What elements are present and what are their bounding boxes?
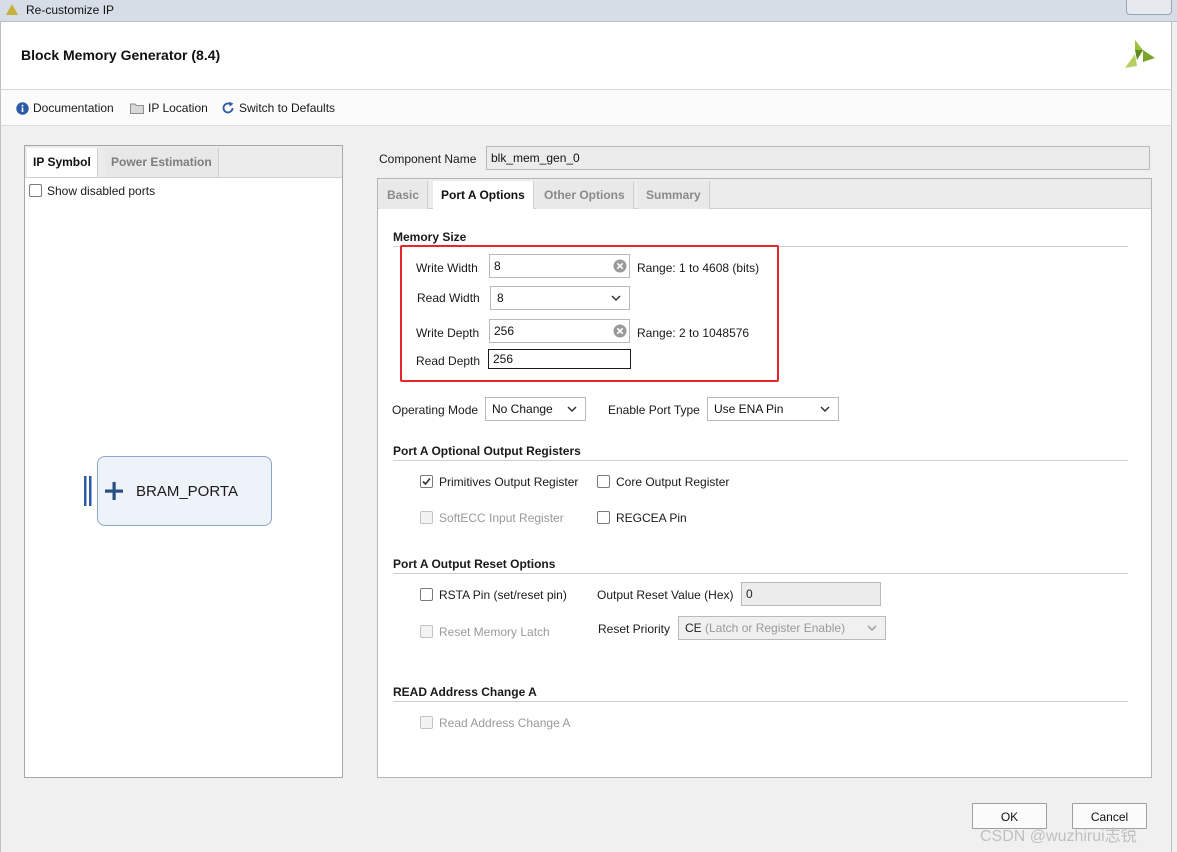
output-reset-value-label: Output Reset Value (Hex): [597, 588, 734, 602]
window-close-button[interactable]: [1126, 0, 1172, 15]
reset-priority-label: Reset Priority: [598, 622, 671, 636]
left-tab-strip: IP Symbol Power Estimation: [25, 146, 342, 178]
reset-priority-select: CE (Latch or Register Enable): [678, 616, 886, 640]
write-depth-range: Range: 2 to 1048576: [637, 326, 750, 340]
tab-other-options[interactable]: Other Options: [536, 181, 634, 209]
documentation-label: Documentation: [33, 101, 114, 115]
softecc-input-register-checkbox: [420, 511, 433, 524]
xilinx-app-icon: [6, 4, 18, 15]
chevron-down-icon: [611, 295, 621, 302]
core-output-register-label: Core Output Register: [616, 475, 730, 489]
operating-mode-value: No Change: [492, 402, 553, 416]
output-reset-options-divider: [393, 573, 1128, 574]
rsta-pin-checkbox[interactable]: [420, 588, 433, 601]
enable-port-type-label: Enable Port Type: [608, 403, 700, 417]
memory-size-heading: Memory Size: [393, 230, 467, 244]
read-address-change-checkbox: [420, 716, 433, 729]
operating-mode-select[interactable]: No Change: [485, 397, 586, 421]
options-tab-strip: Basic Port A Options Other Options Summa…: [378, 179, 1151, 209]
write-depth-input[interactable]: 256: [489, 319, 630, 343]
bram-porta-label: BRAM_PORTA: [136, 483, 238, 500]
bus-connector-icon: [84, 476, 92, 506]
regcea-pin-checkbox[interactable]: [597, 511, 610, 524]
switch-to-defaults-label: Switch to Defaults: [239, 101, 336, 115]
tab-basic[interactable]: Basic: [379, 181, 429, 209]
show-disabled-ports-label: Show disabled ports: [47, 184, 156, 198]
optional-output-registers-heading: Port A Optional Output Registers: [393, 444, 581, 458]
reset-memory-latch-checkbox: [420, 625, 433, 638]
reset-priority-description: (Latch or Register Enable): [701, 621, 846, 635]
component-name-label: Component Name: [379, 152, 477, 166]
show-disabled-ports-checkbox[interactable]: [29, 184, 42, 197]
refresh-icon: [222, 101, 234, 114]
enable-port-type-select[interactable]: Use ENA Pin: [707, 397, 839, 421]
chevron-down-icon: [820, 406, 830, 413]
plus-icon[interactable]: [104, 481, 124, 501]
info-icon: [16, 101, 29, 115]
primitives-output-register-checkbox[interactable]: [420, 475, 433, 488]
ip-symbol-panel: IP Symbol Power Estimation Show disabled…: [24, 145, 343, 778]
read-address-change-label: Read Address Change A: [439, 716, 571, 730]
read-depth-label: Read Depth: [416, 354, 481, 368]
dialog-header: Block Memory Generator (8.4): [0, 22, 1172, 90]
write-width-label: Write Width: [416, 261, 478, 275]
tab-port-a-options[interactable]: Port A Options: [433, 181, 534, 209]
write-width-range: Range: 1 to 4608 (bits): [637, 261, 760, 275]
core-output-register-checkbox[interactable]: [597, 475, 610, 488]
enable-port-type-value: Use ENA Pin: [714, 402, 784, 416]
read-address-change-divider: [393, 701, 1128, 702]
folder-icon: [130, 103, 144, 114]
checkmark-icon: [422, 477, 431, 486]
ip-location-label: IP Location: [148, 101, 208, 115]
tab-ip-symbol[interactable]: IP Symbol: [27, 148, 98, 177]
window-title: Re-customize IP: [26, 3, 115, 17]
bram-porta-interface[interactable]: BRAM_PORTA: [97, 456, 272, 526]
primitives-output-register-label: Primitives Output Register: [439, 475, 579, 489]
switch-to-defaults-button[interactable]: Switch to Defaults: [221, 99, 335, 117]
read-depth-field[interactable]: 256: [488, 349, 631, 369]
output-reset-options-heading: Port A Output Reset Options: [393, 557, 556, 571]
xilinx-logo-icon: [1125, 40, 1155, 68]
rsta-pin-label: RSTA Pin (set/reset pin): [439, 588, 567, 602]
optional-output-registers-divider: [393, 460, 1128, 461]
tab-summary[interactable]: Summary: [638, 181, 710, 209]
dialog-title: Block Memory Generator (8.4): [21, 47, 221, 63]
softecc-input-register-label: SoftECC Input Register: [439, 511, 564, 525]
component-name-input[interactable]: blk_mem_gen_0: [486, 146, 1150, 170]
tab-power-estimation[interactable]: Power Estimation: [105, 148, 219, 177]
write-depth-label: Write Depth: [416, 326, 480, 340]
operating-mode-label: Operating Mode: [392, 403, 479, 417]
write-width-input[interactable]: 8: [489, 254, 630, 278]
toolbar: Documentation IP Location Switch to Defa…: [0, 90, 1172, 126]
ip-location-button[interactable]: IP Location: [130, 99, 208, 117]
clear-icon[interactable]: [613, 259, 627, 273]
chevron-down-icon: [867, 625, 877, 632]
read-width-label: Read Width: [417, 291, 480, 305]
output-reset-value-input: 0: [741, 582, 881, 606]
reset-priority-value: CE: [685, 621, 702, 635]
window-title-bar: Re-customize IP: [0, 0, 1177, 22]
watermark-text: CSDN @wuzhirui志锐: [980, 828, 1137, 845]
chevron-down-icon: [567, 406, 577, 413]
documentation-button[interactable]: Documentation: [16, 99, 114, 117]
clear-icon[interactable]: [613, 324, 627, 338]
reset-memory-latch-label: Reset Memory Latch: [439, 625, 550, 639]
regcea-pin-label: REGCEA Pin: [616, 511, 687, 525]
read-width-select[interactable]: 8: [490, 286, 630, 310]
read-address-change-heading: READ Address Change A: [393, 685, 537, 699]
read-width-value: 8: [497, 291, 504, 305]
